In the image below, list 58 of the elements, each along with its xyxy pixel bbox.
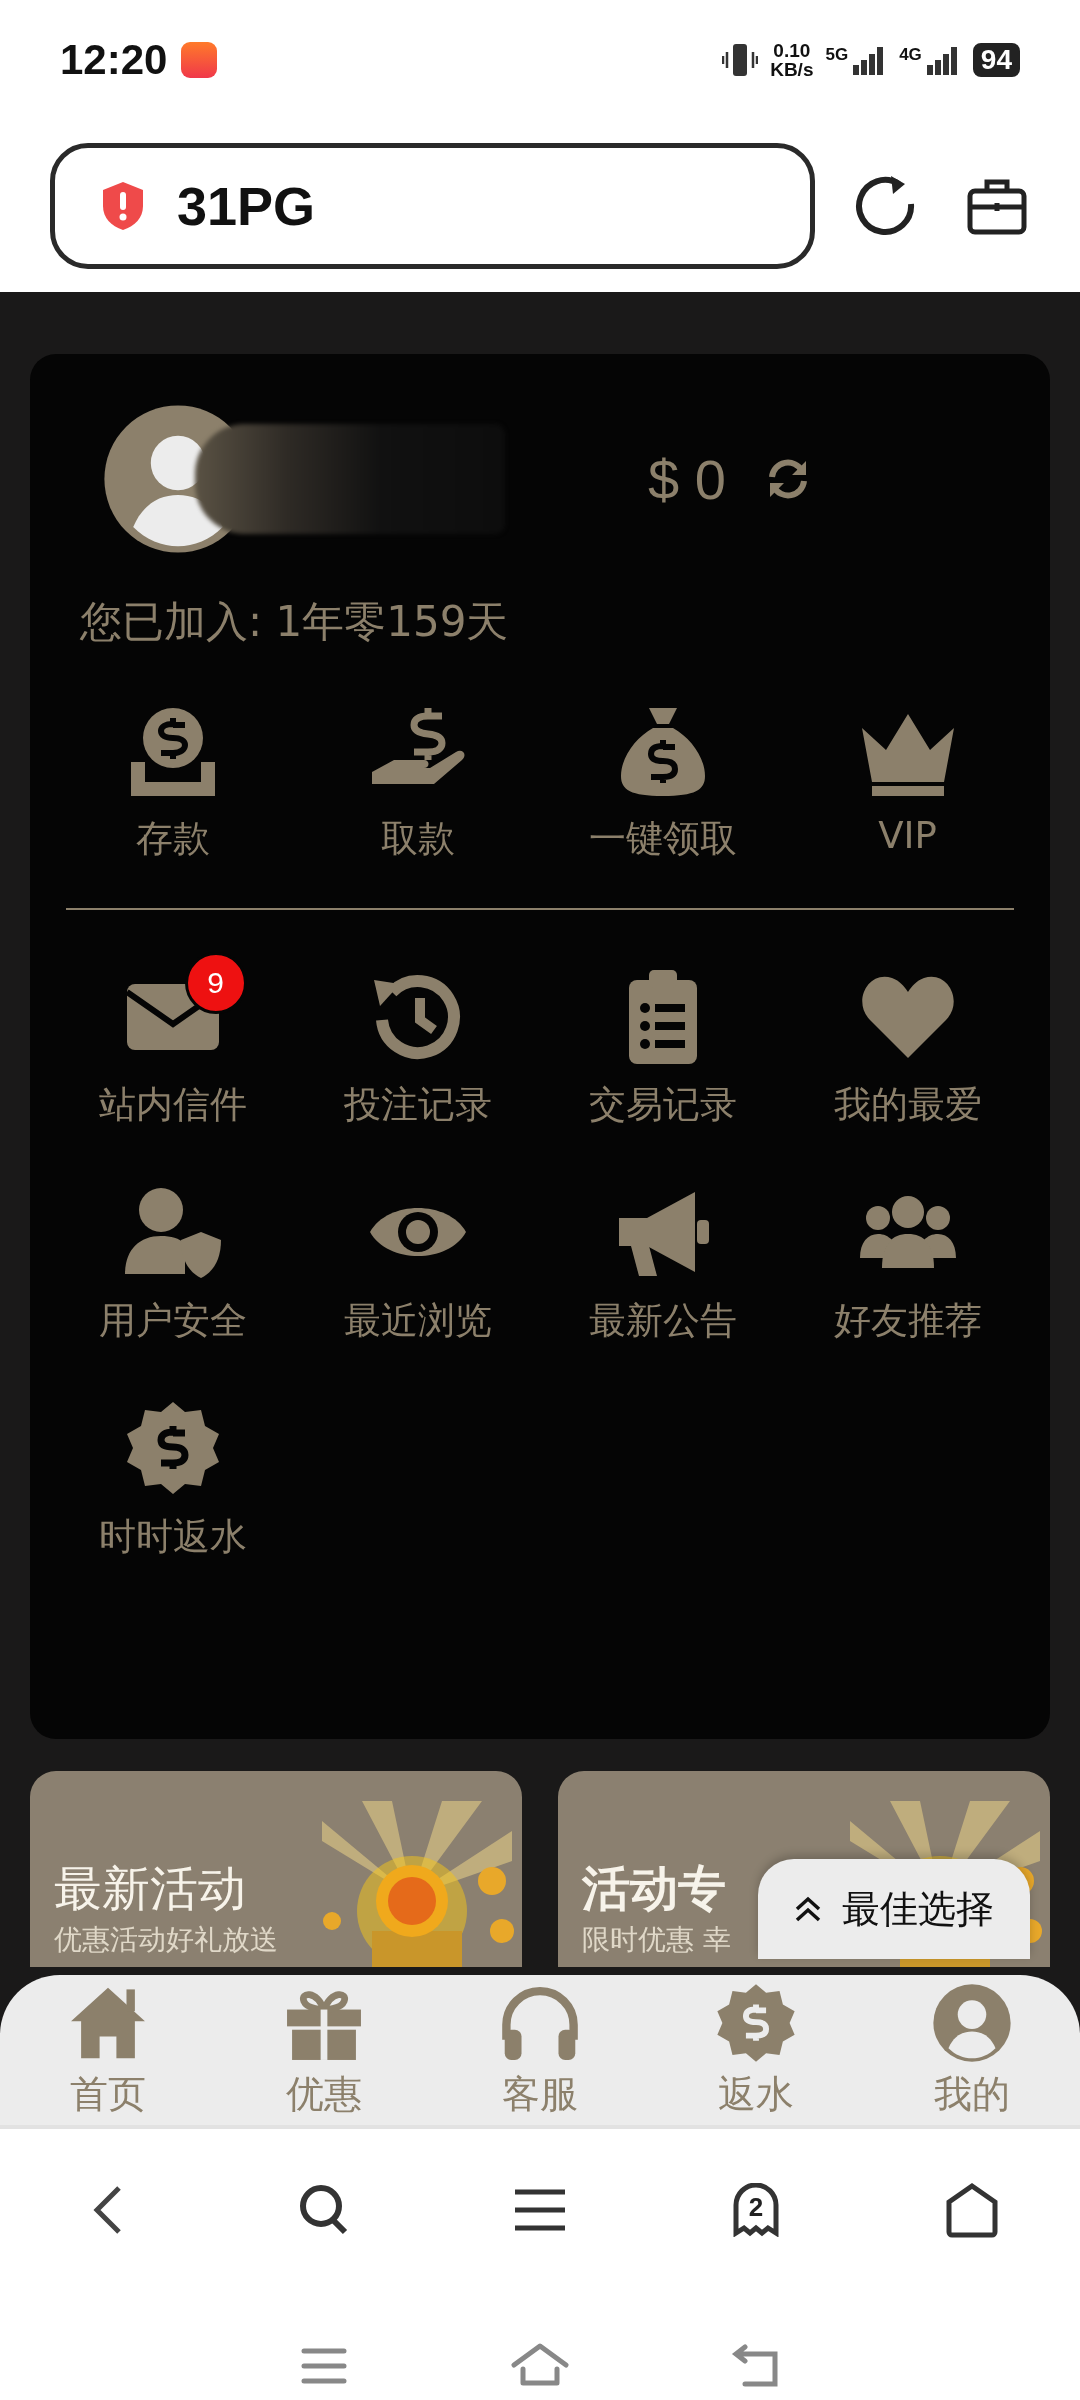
promo-card[interactable]: 活动专 限时优惠 幸 最佳选择 (558, 1771, 1050, 1967)
recent-apps-button[interactable] (301, 2347, 347, 2385)
address-text: 31PG (177, 175, 316, 237)
toolbox-button[interactable] (967, 177, 1027, 235)
action-item[interactable]: VIP (785, 700, 1030, 864)
action-item[interactable]: 一键领取 (540, 700, 785, 864)
menu-icon (301, 2347, 347, 2385)
action-item[interactable]: 取款 (295, 700, 540, 864)
toolbox-icon (967, 177, 1027, 235)
app-icon (181, 42, 218, 78)
back-button[interactable] (93, 2185, 123, 2235)
return-icon (731, 2344, 781, 2388)
menu-item[interactable]: 交易记录 (558, 948, 767, 1130)
clock: 12:20 (60, 36, 168, 84)
menu-icon (515, 2188, 565, 2232)
network-speed: 0.10 (773, 41, 811, 60)
search-icon (299, 2184, 349, 2236)
tabs-icon (732, 2183, 780, 2237)
vibrate-icon (722, 42, 759, 78)
promo-subtitle: 限时优惠 幸 (582, 1922, 731, 1958)
nav-tab[interactable]: 返水 (648, 1980, 864, 2120)
promo-title: 活动专 (582, 1859, 726, 1918)
membership-duration: 您已加入: 1年零159天 (79, 596, 510, 648)
promo-subtitle: 优惠活动好礼放送 (54, 1922, 278, 1958)
menu-item[interactable]: 用户安全 (68, 1164, 277, 1346)
menu-item[interactable]: 时时返水 (68, 1380, 277, 1562)
best-choice-button[interactable]: 最佳选择 (758, 1859, 1030, 1959)
home-outline-icon (945, 2182, 999, 2238)
home-outline-icon (511, 2343, 569, 2389)
system-back-button[interactable] (731, 2344, 781, 2388)
tab-count: 2 (748, 2195, 764, 2219)
menu-item[interactable]: 最新公告 (558, 1164, 767, 1346)
menu-item[interactable]: 我的最爱 (803, 948, 1012, 1130)
menu-item[interactable]: 好友推荐 (803, 1164, 1012, 1346)
battery-level: 94 (972, 43, 1020, 77)
action-item[interactable]: 存款 (50, 700, 295, 864)
tabs-button[interactable]: 2 (732, 2183, 780, 2237)
promo-title: 最新活动 (54, 1859, 246, 1918)
system-home-button[interactable] (511, 2343, 569, 2389)
home-button[interactable] (945, 2182, 999, 2238)
promo-card[interactable]: 最新活动 优惠活动好礼放送 (30, 1771, 522, 1967)
double-chevron-up-icon (794, 1895, 822, 1923)
nav-tab[interactable]: 首页 (0, 1980, 216, 2120)
network-type: 4G (899, 45, 922, 65)
count-badge: 9 (184, 952, 247, 1014)
address-field[interactable]: 31PG (50, 143, 815, 269)
menu-button[interactable] (515, 2188, 565, 2232)
back-icon (93, 2185, 123, 2235)
speed-unit: KB/s (770, 60, 814, 79)
menu-item[interactable]: 9 站内信件 (68, 948, 277, 1130)
network-type: 5G (825, 45, 849, 65)
search-button[interactable] (299, 2184, 349, 2236)
nav-tab[interactable]: 我的 (864, 1980, 1080, 2120)
balance: $ 0 (648, 446, 726, 512)
menu-item[interactable]: 最近浏览 (313, 1164, 522, 1346)
menu-item[interactable]: 投注记录 (313, 948, 522, 1130)
nav-tab[interactable]: 优惠 (216, 1980, 432, 2120)
nav-tab[interactable]: 客服 (432, 1980, 648, 2120)
